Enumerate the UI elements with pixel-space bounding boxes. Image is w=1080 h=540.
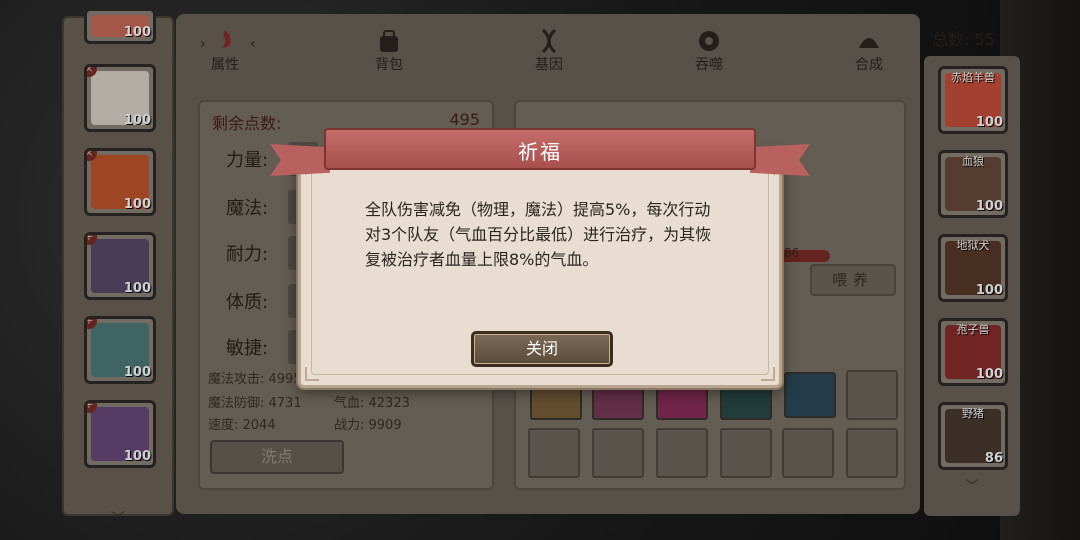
dialog-description: 全队伤害减免（物理，魔法）提高5%，每次行动对3个队友（气血百分比最低）进行治疗… (365, 200, 712, 269)
ribbon-banner: 祈福 (324, 128, 756, 170)
corner-ornament (305, 367, 319, 381)
close-button[interactable]: 关闭 (471, 331, 613, 367)
corner-ornament (761, 367, 775, 381)
blessing-dialog: 全队伤害减免（物理，魔法）提高5%，每次行动对3个队友（气血百分比最低）进行治疗… (298, 154, 782, 388)
dialog-title: 祈福 (518, 140, 562, 164)
dialog-title-ribbon: 祈福 (270, 124, 810, 184)
